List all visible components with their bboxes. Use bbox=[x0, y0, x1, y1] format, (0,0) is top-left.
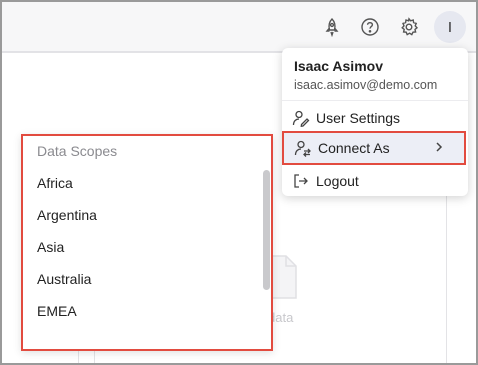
user-email: isaac.asimov@demo.com bbox=[294, 78, 438, 92]
scope-item-africa[interactable]: Africa bbox=[37, 175, 73, 191]
scope-item-australia[interactable]: Australia bbox=[37, 271, 91, 287]
user-settings-label: User Settings bbox=[316, 110, 401, 126]
avatar-initial: I bbox=[447, 18, 453, 36]
connect-as-label: Connect As bbox=[318, 140, 390, 156]
top-bar: I bbox=[2, 2, 476, 52]
scrollbar-thumb[interactable] bbox=[263, 170, 270, 290]
chevron-right-icon bbox=[432, 140, 446, 159]
gear-icon[interactable] bbox=[395, 13, 423, 41]
connect-as-icon bbox=[294, 139, 312, 157]
user-settings-icon bbox=[292, 109, 310, 127]
menu-divider bbox=[282, 100, 468, 101]
scope-item-emea[interactable]: EMEA bbox=[37, 303, 77, 319]
logout-icon bbox=[292, 172, 310, 190]
help-icon[interactable] bbox=[356, 13, 384, 41]
data-scopes-dropdown[interactable]: Data Scopes Africa Argentina Asia Austra… bbox=[21, 134, 273, 351]
user-name: Isaac Asimov bbox=[294, 58, 383, 74]
scope-item-argentina[interactable]: Argentina bbox=[37, 207, 97, 223]
user-settings-item[interactable]: User Settings bbox=[282, 103, 468, 133]
user-menu: Isaac Asimov isaac.asimov@demo.com User … bbox=[282, 48, 468, 196]
connect-as-item[interactable]: Connect As bbox=[282, 131, 466, 165]
avatar[interactable]: I bbox=[434, 11, 466, 43]
data-scopes-title: Data Scopes bbox=[37, 143, 118, 159]
app-window: I : data Data Scopes Africa Argentina As… bbox=[2, 2, 476, 363]
logout-item[interactable]: Logout bbox=[282, 166, 468, 196]
scope-item-asia[interactable]: Asia bbox=[37, 239, 64, 255]
logout-label: Logout bbox=[316, 173, 359, 189]
rocket-icon[interactable] bbox=[318, 13, 346, 41]
